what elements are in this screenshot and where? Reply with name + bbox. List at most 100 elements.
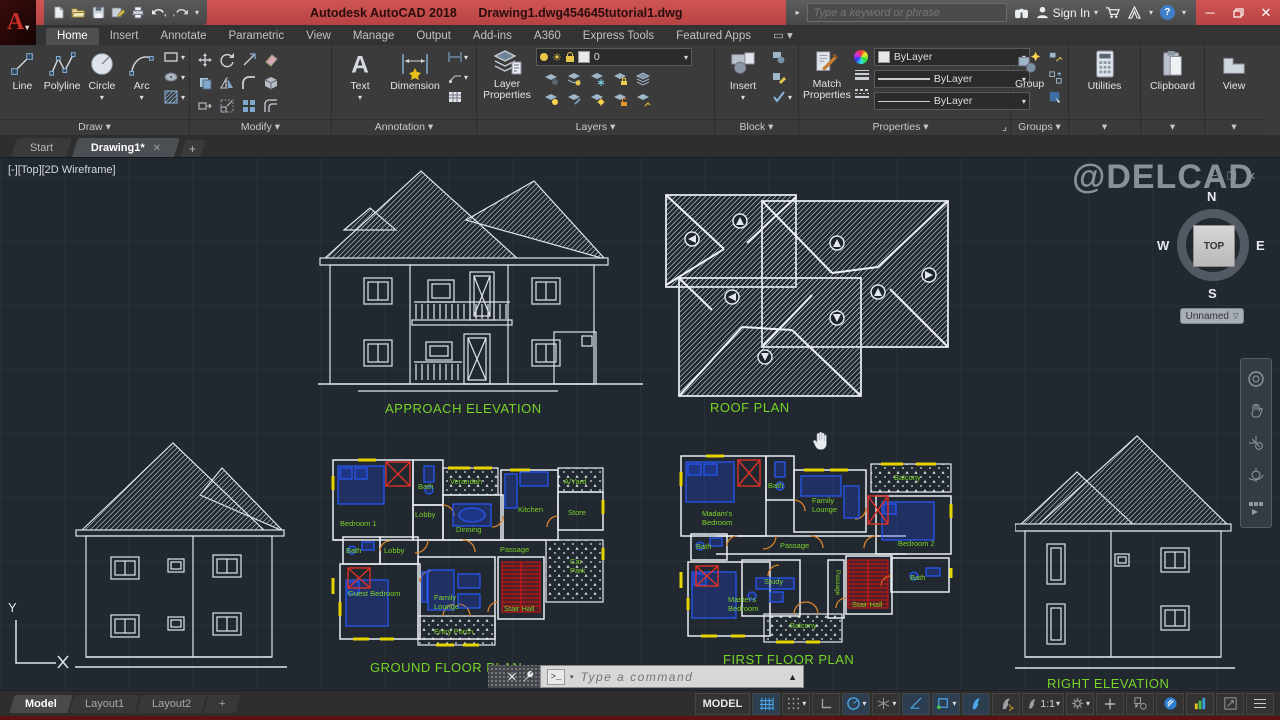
dimension-button[interactable]: Dimension [387,48,443,92]
fillet-icon[interactable] [241,74,258,91]
object-snap-toggle[interactable]: ▾ [932,693,960,715]
layer-walk-icon[interactable] [634,91,651,108]
command-customize-wrench-icon[interactable] [522,670,535,683]
model-space-toggle[interactable]: MODEL [695,693,751,715]
block-checked-icon[interactable] [770,89,787,106]
group-edit-icon[interactable] [1047,69,1064,86]
panel-title-properties[interactable]: Properties ▾ ⌟ [799,119,1010,135]
search-input[interactable] [812,6,1002,20]
arc-button[interactable]: Arc▾ [123,48,160,103]
lineweight-dropdown[interactable]: ByLayer▾ [874,70,1030,88]
panel-title-block[interactable]: Block ▾ [715,119,798,135]
mirror-icon[interactable] [219,74,236,91]
erase-icon[interactable] [263,51,280,68]
performance-monitor-button[interactable] [1186,693,1214,715]
restore-button[interactable] [1224,0,1252,25]
new-layout-button[interactable]: + [204,695,242,713]
hatch-icon[interactable] [163,89,180,106]
linetype-icon[interactable] [854,85,871,102]
file-tab-drawing1[interactable]: Drawing1*✕ [72,138,180,157]
ellipse-caret[interactable]: ▾ [181,73,185,82]
doc-minimize-icon[interactable]: ─ [1209,170,1217,183]
object-color-dropdown[interactable]: ByLayer▾ [874,48,1030,66]
navigation-wheel-icon[interactable] [1247,370,1265,388]
help-caret[interactable]: ▾ [1182,8,1186,17]
grid-toggle[interactable] [752,693,780,715]
annotation-scale-button[interactable]: 1:1▾ [1022,693,1064,715]
panel-title-annotation[interactable]: Annotation ▾ [332,119,476,135]
command-prompt-icon[interactable]: >_ [547,669,565,685]
tab-parametric[interactable]: Parametric [218,28,296,45]
panel-title-layers[interactable]: Layers ▾ [477,119,714,135]
polyline-button[interactable]: Polyline [44,48,81,92]
copy-icon[interactable] [197,74,214,91]
scale-icon[interactable] [219,97,236,114]
rectangle-icon[interactable] [163,49,180,66]
match-properties-button[interactable]: MatchProperties [803,48,851,101]
new-file-icon[interactable] [52,6,65,19]
utilities-button[interactable]: Utilities [1075,48,1135,92]
tab-express-tools[interactable]: Express Tools [572,28,665,45]
layer-freeze-icon[interactable] [588,71,605,88]
layout1-tab[interactable]: Layout1 [69,695,139,713]
panel-title-clipboard[interactable]: ▾ [1141,119,1204,135]
ellipse-icon[interactable] [163,69,180,86]
rotate-icon[interactable] [219,51,236,68]
collapse-search-icon[interactable]: ▸ [796,8,800,17]
clean-screen-button[interactable] [1216,693,1244,715]
tab-output[interactable]: Output [405,28,462,45]
isometric-toggle[interactable]: ▾ [872,693,900,715]
save-as-icon[interactable] [111,6,125,19]
panel-title-groups[interactable]: Groups ▾ [1011,119,1068,135]
a360-caret[interactable]: ▾ [1149,8,1153,17]
panel-title-utilities[interactable]: ▾ [1069,119,1140,135]
annotation-monitor-button[interactable] [1096,693,1124,715]
tab-addins[interactable]: Add-ins [462,28,523,45]
viewcube-west[interactable]: W [1157,238,1169,253]
app-menu-button[interactable]: A▾ [0,0,36,45]
showmotion-icon[interactable] [1247,498,1265,516]
command-recent-caret[interactable]: ▾ [570,673,574,681]
a360-icon[interactable] [1127,6,1142,19]
layer-states-icon[interactable] [634,71,651,88]
redo-icon[interactable] [173,6,189,19]
ortho-toggle[interactable] [812,693,840,715]
tab-annotate[interactable]: Annotate [149,28,217,45]
panel-title-modify[interactable]: Modify ▾ [190,119,331,135]
create-block-icon[interactable] [770,49,787,66]
ungroup-icon[interactable] [1047,49,1064,66]
sign-in-button[interactable]: Sign In ▾ [1036,6,1098,20]
color-wheel-icon[interactable] [854,50,868,64]
new-drawing-tab-button[interactable]: + [181,140,207,157]
viewcube-east[interactable]: E [1256,238,1265,253]
panel-title-view[interactable]: ▾ [1205,119,1263,135]
layout2-tab[interactable]: Layout2 [136,695,206,713]
qat-customize-caret[interactable]: ▾ [195,8,199,17]
clipboard-button[interactable]: Clipboard [1145,48,1200,92]
open-file-icon[interactable] [71,6,86,19]
ribbon-display-toggle[interactable]: ▭ ▾ [762,26,804,45]
plot-icon[interactable] [131,6,145,19]
lineweight-icon[interactable] [854,66,871,83]
tab-featured-apps[interactable]: Featured Apps [665,28,762,45]
workspace-switching-button[interactable]: ▾ [1066,693,1094,715]
layer-off-icon[interactable] [542,71,559,88]
file-tab-start[interactable]: Start [11,138,72,157]
drawing-canvas[interactable]: [-][Top][2D Wireframe] @DELCAD ─ ❐ ✕ N W… [0,158,1280,690]
layer-thaw-icon[interactable] [588,91,605,108]
layer-isolate-icon[interactable] [565,71,582,88]
doc-restore-icon[interactable]: ❐ [1227,170,1237,183]
tab-home[interactable]: Home [46,28,99,45]
tab-insert[interactable]: Insert [99,28,150,45]
table-icon[interactable] [446,89,463,106]
linear-dim-icon[interactable] [446,49,463,66]
array-icon[interactable] [241,97,258,114]
block-more-caret[interactable]: ▾ [788,93,792,102]
layer-unlock-icon[interactable] [611,91,628,108]
iso-caret[interactable]: ▾ [892,699,896,708]
viewport-name-button[interactable]: Unnamed▽ [1180,308,1244,324]
panel-title-draw[interactable]: Draw ▾ [0,119,189,135]
layer-match-icon[interactable] [565,91,582,108]
autoscale-toggle[interactable] [992,693,1020,715]
annotation-visibility-toggle[interactable] [962,693,990,715]
